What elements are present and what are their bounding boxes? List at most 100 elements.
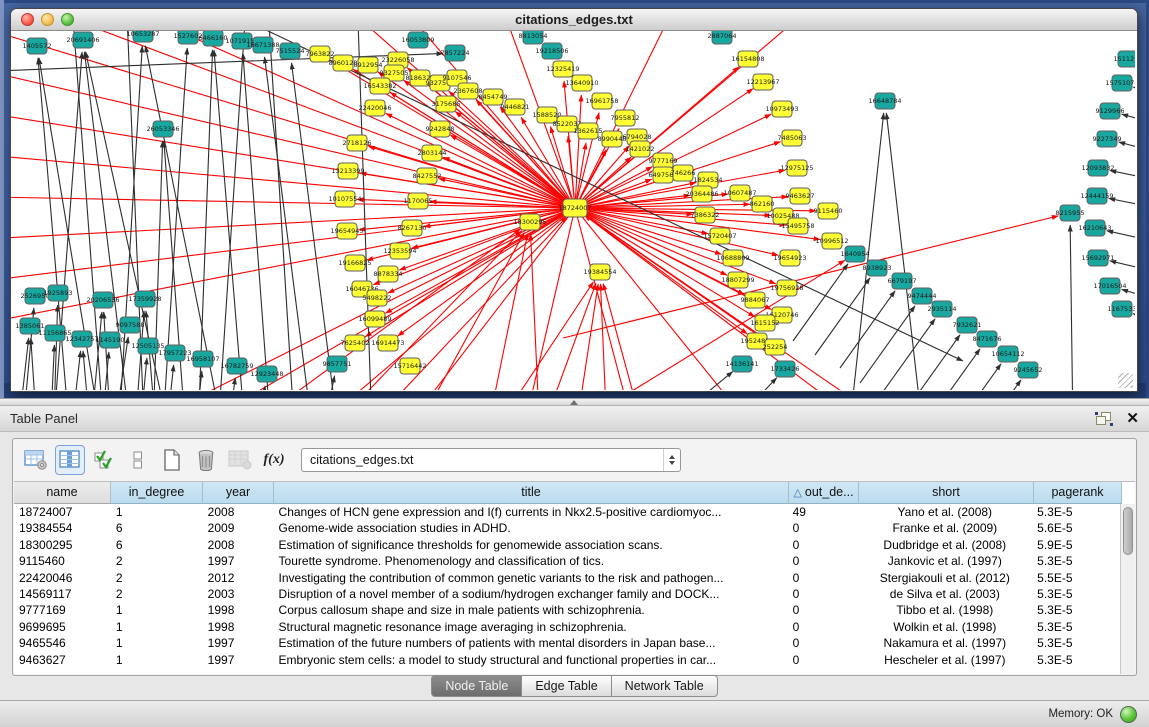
table-row[interactable]: 946554611997Estimation of the future num… (14, 635, 1120, 651)
panel-splitter[interactable] (0, 398, 1149, 406)
graph-node[interactable]: 9884067 (741, 292, 770, 308)
graph-node[interactable]: 19654945 (330, 223, 363, 239)
delete-columns-button[interactable] (191, 445, 221, 475)
graph-node[interactable]: 2935114 (928, 301, 957, 317)
table-row[interactable]: 977716911998Corpus callosum shape and si… (14, 602, 1120, 618)
graph-node[interactable]: 19654923 (773, 250, 806, 266)
graph-node[interactable]: 12213967 (746, 74, 779, 90)
tab-network-table[interactable]: Network Table (612, 675, 718, 697)
graph-node[interactable]: 16961758 (585, 93, 618, 109)
table-row[interactable]: 969969511998Structural magnetic resonanc… (14, 619, 1120, 635)
graph-node[interactable]: 1170065 (404, 193, 433, 209)
graph-node[interactable]: 3175685 (432, 96, 461, 112)
graph-node[interactable]: 2887064 (708, 31, 737, 44)
graph-node[interactable]: 7625402 (341, 335, 370, 351)
graph-node[interactable]: 1925893 (44, 285, 73, 301)
graph-node[interactable]: 9857751 (323, 356, 352, 372)
graph-node[interactable]: 8471676 (973, 331, 1002, 347)
column-header-year[interactable]: year (203, 482, 274, 504)
graph-node[interactable]: 16914473 (371, 335, 404, 351)
graph-node[interactable]: 1167533 (1108, 301, 1135, 317)
graph-node[interactable]: 862160 (750, 196, 775, 212)
graph-node[interactable]: 1405572 (23, 38, 52, 54)
table-row[interactable]: 911546021997Tourette syndrome. Phenomeno… (14, 553, 1120, 569)
select-all-columns-button[interactable] (89, 445, 119, 475)
graph-node[interactable]: 10996512 (815, 233, 848, 249)
graph-node[interactable]: 8427552 (413, 168, 442, 184)
graph-node[interactable]: 9115460 (814, 203, 843, 219)
show-columns-button[interactable] (55, 445, 85, 475)
graph-node[interactable]: 1511276 (1114, 51, 1135, 67)
graph-node[interactable]: 15751074 (1105, 75, 1135, 91)
graph-node[interactable]: 10654112 (991, 346, 1024, 362)
float-panel-icon[interactable] (1096, 412, 1112, 425)
graph-node[interactable]: 26053346 (146, 121, 179, 137)
graph-node[interactable]: 8912954 (354, 57, 383, 73)
graph-node[interactable]: 19218506 (535, 43, 568, 59)
graph-node[interactable]: 10107554 (328, 191, 361, 207)
graph-node[interactable]: 8813054 (519, 31, 548, 44)
graph-node[interactable]: 12093832 (1081, 160, 1114, 176)
graph-node[interactable]: 9474444 (908, 288, 937, 304)
table-row[interactable]: 1830029562008Estimation of significance … (14, 537, 1120, 553)
memory-status-indicator[interactable] (1120, 706, 1137, 723)
graph-node[interactable]: 9227349 (1093, 131, 1122, 147)
graph-node[interactable]: 19384554 (583, 264, 616, 280)
graph-node[interactable]: 8267130 (398, 220, 427, 236)
graph-node[interactable]: 9245652 (1014, 362, 1043, 378)
network-view-window[interactable]: citations_edges.txt 14055722069140610653… (10, 8, 1138, 392)
graph-node[interactable]: 1640954 (841, 246, 870, 262)
graph-node[interactable]: 6679197 (888, 273, 917, 289)
graph-node[interactable]: 8938923 (863, 260, 892, 276)
graph-node[interactable]: 746266 (671, 165, 696, 181)
create-column-button[interactable] (157, 445, 187, 475)
table-selector-dropdown[interactable]: citations_edges.txt (301, 448, 681, 472)
table-row[interactable]: 1872400712008Changes of HCN gene express… (14, 504, 1120, 520)
graph-node[interactable]: 7857224 (441, 45, 470, 61)
graph-node[interactable]: 9463627 (786, 188, 815, 204)
delete-table-button[interactable] (225, 445, 255, 475)
window-titlebar[interactable]: citations_edges.txt (11, 9, 1137, 31)
tab-node-table[interactable]: Node Table (431, 675, 522, 697)
graph-node[interactable]: 252254 (763, 339, 788, 355)
tab-edge-table[interactable]: Edge Table (522, 675, 611, 697)
graph-node[interactable]: 7485063 (778, 130, 807, 146)
column-header-in_degree[interactable]: in_degree (111, 482, 203, 504)
graph-node[interactable]: 17359928 (128, 291, 161, 307)
graph-node[interactable]: 2718126 (343, 135, 372, 151)
table-row[interactable]: 2242004622012Investigating the contribut… (14, 570, 1120, 586)
graph-node[interactable]: 6466160 (199, 31, 228, 46)
column-header-short[interactable]: short (859, 482, 1034, 504)
graph-node[interactable]: 16210643 (1078, 220, 1111, 236)
graph-node[interactable]: 16154808 (731, 51, 764, 67)
graph-node[interactable]: 16099489 (358, 311, 391, 327)
column-header-pagerank[interactable]: pagerank (1034, 482, 1122, 504)
graph-node[interactable]: 9446821 (501, 99, 530, 115)
graph-node[interactable]: 8878334 (374, 266, 403, 282)
graph-node[interactable]: 9129966 (1096, 103, 1125, 119)
graph-node[interactable]: 8215955 (1056, 205, 1085, 221)
window-resize-grip[interactable] (1118, 373, 1133, 388)
scrollbar-thumb[interactable] (1123, 507, 1133, 555)
graph-node[interactable]: 7955812 (611, 110, 640, 126)
graph-node[interactable]: 20206536 (86, 292, 119, 308)
graph-node[interactable]: 12353594 (383, 243, 416, 259)
graph-node[interactable]: 1733426 (771, 361, 800, 377)
graph-node[interactable]: 12975125 (780, 160, 813, 176)
function-builder-button[interactable]: f(x) (259, 445, 289, 475)
clear-column-selection-button[interactable] (123, 445, 153, 475)
column-header-out_de[interactable]: △out_de... (789, 482, 859, 504)
graph-node[interactable]: 15692971 (1081, 250, 1114, 266)
graph-node[interactable]: 1145190 (96, 332, 125, 348)
graph-node[interactable]: 7932621 (953, 317, 982, 333)
graph-node[interactable]: 17016504 (1093, 278, 1126, 294)
table-row[interactable]: 1456911722003Disruption of a novel membe… (14, 586, 1120, 602)
graph-node[interactable]: 1421022 (626, 141, 655, 157)
graph-node[interactable]: 1615152 (751, 315, 780, 331)
column-header-name[interactable]: name (14, 482, 111, 504)
graph-node[interactable]: 10653287 (126, 31, 159, 42)
table-mode-button[interactable] (21, 445, 51, 475)
graph-node[interactable]: 7515524 (276, 43, 305, 59)
close-panel-icon[interactable]: ✕ (1126, 411, 1139, 426)
graph-node[interactable]: 9242848 (426, 121, 455, 137)
